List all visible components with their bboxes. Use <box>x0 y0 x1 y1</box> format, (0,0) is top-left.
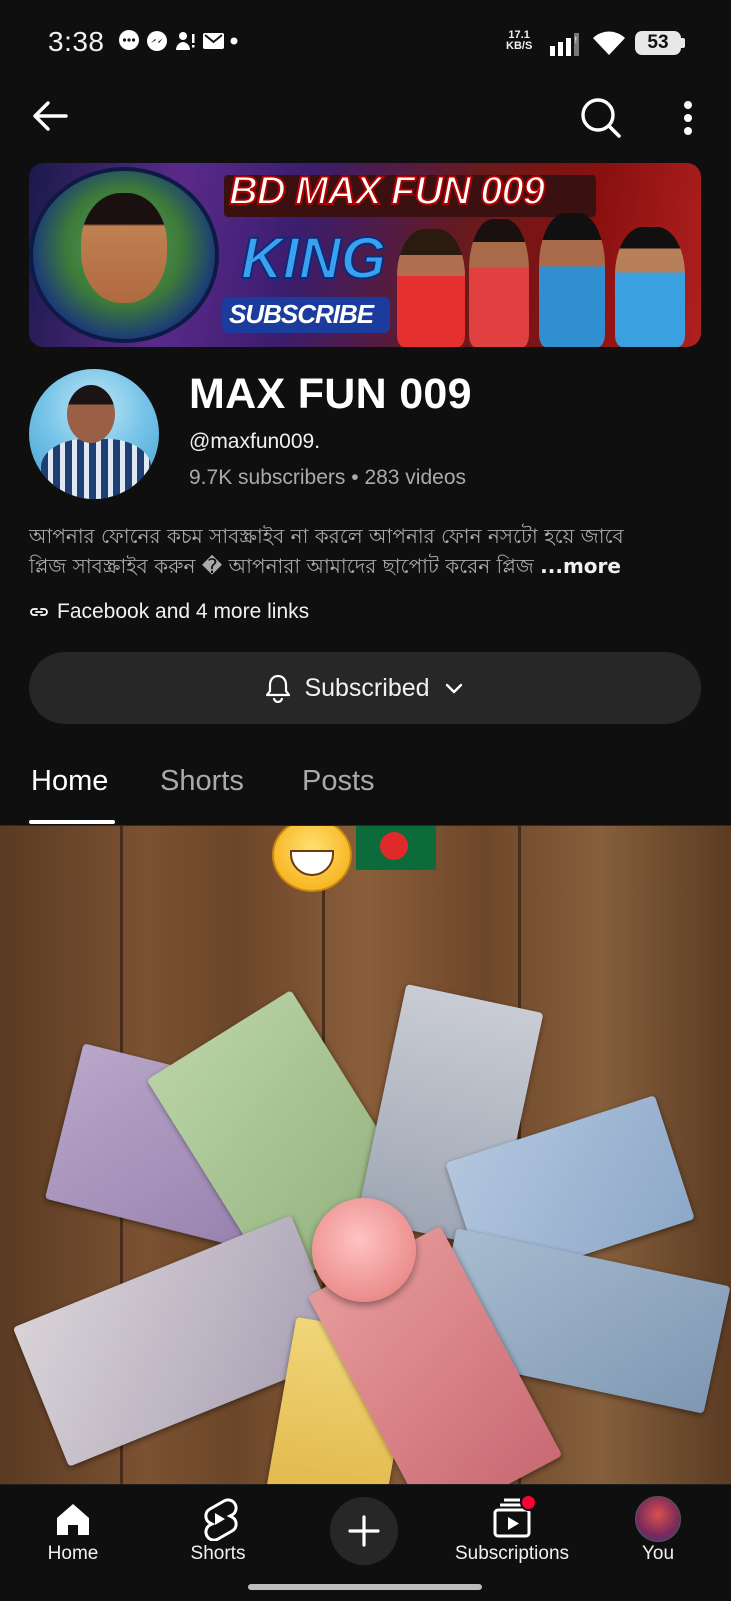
channel-handle: @maxfun009. <box>189 430 321 453</box>
video-count: 283 videos <box>364 466 467 489</box>
back-button[interactable] <box>28 94 72 138</box>
more-vertical-icon <box>684 101 692 135</box>
banner-person-image <box>469 219 529 347</box>
banner-person-image <box>397 229 465 347</box>
nav-home-label: Home <box>47 1543 99 1564</box>
banner-person-image <box>539 213 605 347</box>
plus-icon <box>348 1515 380 1547</box>
banner-title: BD MAX FUN 009 <box>228 168 546 214</box>
shorts-icon <box>204 1498 238 1541</box>
subscriber-count: 9.7K subscribers <box>189 466 346 489</box>
channel-stats: 9.7K subscribers • 283 videos <box>189 466 466 490</box>
active-tab-indicator <box>29 820 115 824</box>
channel-avatar[interactable] <box>29 369 159 499</box>
channel-links[interactable]: Facebook and 4 more links <box>29 600 309 624</box>
signal-icon: ! <box>550 32 584 61</box>
battery-tip <box>681 38 685 48</box>
tab-home[interactable]: Home <box>31 765 108 798</box>
banner-subscribe-text: SUBSCRIBE <box>229 299 374 329</box>
net-speed-unit: KB/S <box>506 40 533 52</box>
status-time: 3:38 <box>48 26 105 57</box>
more-options-button[interactable] <box>664 94 708 142</box>
bell-icon <box>266 674 291 703</box>
home-icon <box>57 1504 89 1535</box>
banner-face-image <box>81 193 167 303</box>
nav-shorts[interactable]: Shorts <box>158 1495 278 1565</box>
nav-shorts-label: Shorts <box>190 1543 246 1564</box>
featured-video-thumbnail[interactable] <box>0 826 731 1484</box>
nav-subscriptions-label: Subscriptions <box>454 1543 570 1564</box>
new-content-dot <box>520 1494 537 1511</box>
tab-posts[interactable]: Posts <box>302 765 375 798</box>
nav-subscriptions[interactable]: Subscriptions <box>442 1495 582 1565</box>
create-button[interactable] <box>330 1497 398 1565</box>
links-label: Facebook and 4 more links <box>57 600 310 623</box>
avatar-shirt <box>41 439 151 499</box>
arrow-left-icon <box>33 101 68 131</box>
battery-indicator: 53 <box>635 31 681 55</box>
mail-x-icon <box>202 30 224 52</box>
home-indicator[interactable] <box>248 1584 482 1590</box>
channel-tabs: Home Shorts Posts <box>0 755 731 826</box>
channel-description[interactable]: আপনার ফোনের কচম সাবস্ক্রাইব না করলে আপনা… <box>29 521 709 581</box>
network-speed: 17.1 KB/S <box>506 30 532 52</box>
stats-separator: • <box>345 466 365 489</box>
link-icon <box>30 608 48 616</box>
nav-you-label: You <box>641 1543 675 1564</box>
nav-you[interactable]: You <box>598 1495 718 1565</box>
more-link[interactable]: ...more <box>540 554 621 578</box>
flag-circle <box>380 832 408 860</box>
tab-shorts[interactable]: Shorts <box>160 765 244 798</box>
subscribed-label: Subscribed <box>304 673 430 702</box>
channel-name: MAX FUN 009 <box>189 370 472 418</box>
nav-home[interactable]: Home <box>13 1495 133 1565</box>
banner-person-image <box>615 227 685 347</box>
subscribed-button[interactable]: Subscribed <box>29 652 701 724</box>
description-line-1: আপনার ফোনের কচম সাবস্ক্রাইব না করলে আপনা… <box>29 524 624 548</box>
channel-banner: BD MAX FUN 009 KING SUBSCRIBE <box>29 163 701 347</box>
account-avatar <box>635 1496 681 1542</box>
avatar-head <box>67 385 115 443</box>
description-line-2: প্লিজ সাবস্ক্রাইব করুন � আপনারা আমাদের ছ… <box>29 554 534 578</box>
dot-icon <box>230 30 238 52</box>
messenger-icon <box>146 30 168 52</box>
banner-king-text: KING <box>240 225 387 292</box>
notification-icons <box>118 30 238 52</box>
search-button[interactable] <box>576 94 624 142</box>
person-alert-icon <box>174 30 196 52</box>
chat-bubble-icon <box>118 30 140 52</box>
svg-text:!: ! <box>574 36 578 46</box>
coin-image <box>312 1198 416 1302</box>
status-bar: 3:38 17.1 KB/S ! 53 <box>0 0 731 86</box>
chevron-down-icon <box>445 683 462 694</box>
search-icon <box>581 98 621 138</box>
wifi-icon <box>592 29 626 62</box>
